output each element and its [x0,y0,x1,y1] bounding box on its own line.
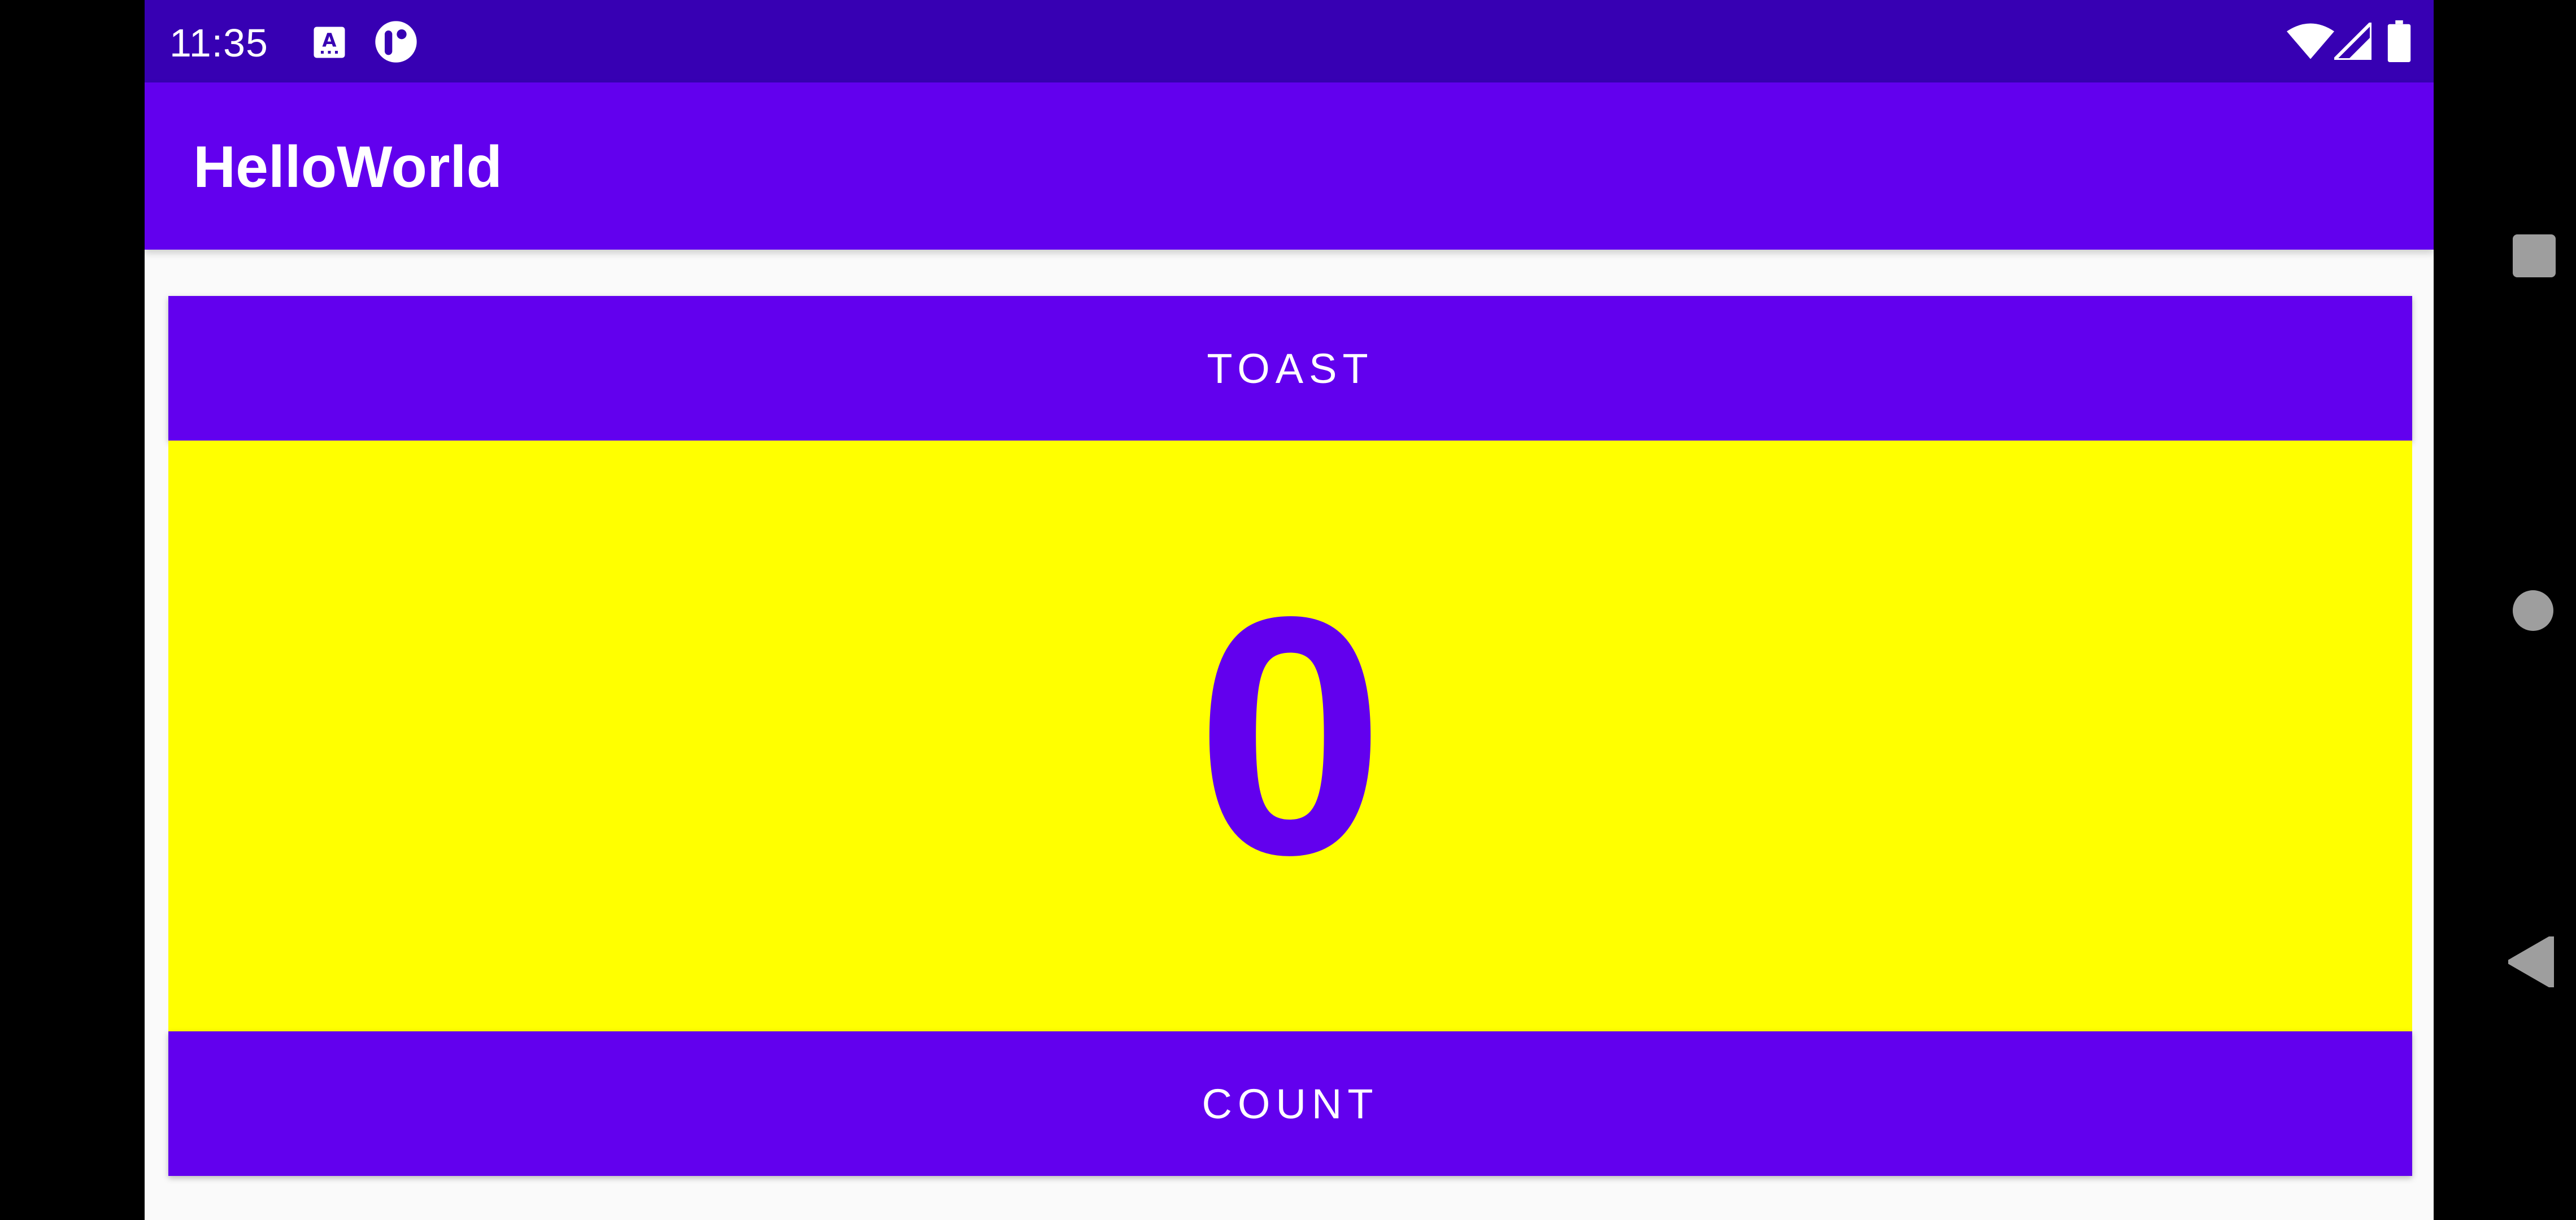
home-icon[interactable] [2513,590,2553,631]
status-bar: 11:35 A [145,0,2434,82]
toast-button[interactable]: TOAST [168,296,2412,441]
phone-frame: 11:35 A HelloWorld TOAST 0 COUNT [0,0,2576,1220]
cell-signal-icon [2334,23,2372,60]
app-title: HelloWorld [193,134,502,200]
wifi-icon [2287,23,2334,59]
status-right [2264,0,2434,82]
count-display: 0 [168,441,2412,1031]
count-value: 0 [1196,547,1385,925]
main-content: TOAST 0 COUNT [168,296,2412,1176]
keyboard-a-icon: A [314,27,345,58]
count-button[interactable]: COUNT [168,1031,2412,1176]
navigation-bar [2434,0,2576,1220]
back-icon[interactable] [2508,936,2556,987]
recents-icon[interactable] [2513,234,2556,277]
battery-icon [2387,20,2411,62]
svg-text:A: A [322,30,336,51]
app-bar: HelloWorld [145,82,2434,250]
status-time: 11:35 [169,21,268,65]
sync-icon [375,21,417,63]
screen: 11:35 A HelloWorld TOAST 0 COUNT [145,0,2434,1220]
